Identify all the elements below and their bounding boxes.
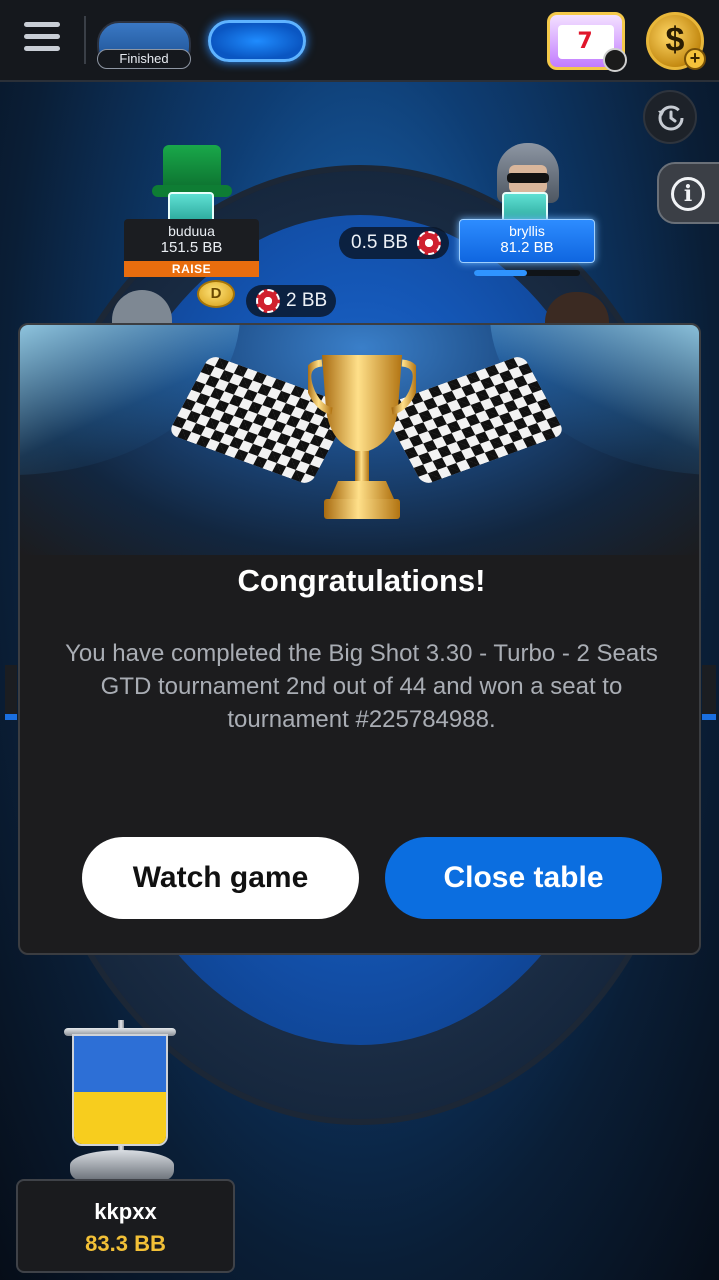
- player-name: bryllis: [509, 223, 545, 239]
- player-stack: 151.5 BB: [160, 239, 223, 256]
- bet-amount: 0.5 BB: [351, 232, 409, 253]
- hamburger-menu-icon[interactable]: [24, 22, 60, 58]
- turn-timer-fill: [474, 270, 527, 276]
- add-funds-icon[interactable]: +: [684, 48, 706, 70]
- chip-icon: [256, 289, 280, 313]
- player-plate-partial: [702, 665, 716, 720]
- bet-amount: 2 BB: [286, 290, 328, 311]
- top-bar: Finished 7 $ +: [0, 0, 719, 82]
- ukraine-flag: [72, 1034, 168, 1146]
- poker-table-screen: Finished 7 $ + i buduua 151.5 BB RAISE b…: [0, 0, 719, 1280]
- dialog-title: Congratulations!: [237, 563, 486, 598]
- congratulations-dialog: Congratulations! You have completed the …: [18, 323, 701, 955]
- history-icon: [658, 105, 684, 131]
- active-table-tab[interactable]: [208, 20, 306, 62]
- info-icon: i: [671, 177, 705, 211]
- player-plate-left[interactable]: buduua 151.5 BB RAISE: [124, 219, 259, 277]
- player-avatar-sunglasses: [507, 173, 549, 183]
- close-table-button[interactable]: Close table: [385, 837, 662, 919]
- finished-label: Finished: [97, 49, 191, 69]
- player-stack: 81.2 BB: [500, 239, 554, 256]
- trophy-icon: [308, 355, 416, 519]
- info-button[interactable]: i: [657, 162, 719, 224]
- player-name: buduua: [168, 223, 215, 239]
- watch-game-button[interactable]: Watch game: [82, 837, 359, 919]
- dealer-button: D: [197, 280, 235, 308]
- hero-player-plate[interactable]: kkpxx 83.3 BB: [16, 1179, 235, 1273]
- chip-icon: [417, 231, 441, 255]
- hero-stack: 83.3 BB: [85, 1231, 166, 1256]
- history-button[interactable]: [643, 90, 697, 144]
- dialog-banner: [20, 325, 699, 555]
- divider: [84, 16, 86, 64]
- player-plate-right[interactable]: bryllis 81.2 BB: [459, 219, 595, 263]
- player-plate-partial: [5, 665, 17, 720]
- dialog-message: You have completed the Big Shot 3.30 - T…: [65, 640, 658, 733]
- hero-name: kkpxx: [94, 1199, 157, 1224]
- notification-badge: [603, 48, 627, 72]
- player-action-badge: RAISE: [124, 261, 259, 277]
- flag-base: [70, 1150, 174, 1180]
